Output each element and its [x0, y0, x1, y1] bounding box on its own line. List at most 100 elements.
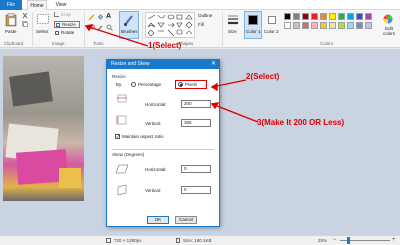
dialog-titlebar: Resize and Skew ✕ [107, 60, 219, 69]
copy-icon[interactable] [22, 21, 28, 27]
vertical-input[interactable]: 355 [181, 119, 211, 127]
image-canvas[interactable] [3, 56, 84, 201]
paste-button[interactable]: Paste [3, 12, 19, 38]
maintain-aspect-checkbox[interactable]: ✓ [115, 134, 120, 140]
resize-vertical-icon [116, 115, 127, 125]
size-button[interactable]: Size [225, 12, 241, 38]
edit-colors-label: Edit colors [382, 26, 395, 36]
color1-label: Color 1 [246, 29, 261, 34]
dimensions-icon [106, 238, 111, 243]
skew-horizontal-icon [115, 164, 129, 174]
zoom-out-button[interactable]: − [333, 237, 337, 243]
color-swatch[interactable] [365, 22, 372, 29]
color-swatch[interactable] [329, 13, 336, 20]
percentage-label: Percentage [138, 82, 162, 87]
pixels-radio[interactable] [178, 82, 183, 87]
group-label-colors: Colors [320, 41, 334, 46]
vertical-label: Vertical: [145, 121, 162, 126]
color-swatch[interactable] [329, 22, 336, 29]
fill-bucket-icon[interactable] [97, 14, 104, 21]
crop-button[interactable]: Crop [54, 12, 78, 19]
annotation-step-3: 3(Make It 200 OR Less) [257, 118, 345, 127]
annotation-step-1: 1(Select) [148, 41, 182, 50]
color-swatch[interactable] [356, 13, 363, 20]
color-swatch[interactable] [347, 13, 354, 20]
color-swatch[interactable] [320, 22, 327, 29]
color-swatch[interactable] [293, 22, 300, 29]
photo-object-board [9, 71, 53, 107]
zoom-in-button[interactable]: + [392, 237, 396, 243]
color-swatch[interactable] [302, 22, 309, 29]
color-swatch[interactable] [338, 22, 345, 29]
color-swatch[interactable] [302, 13, 309, 20]
ok-button[interactable]: OK [147, 216, 169, 224]
color-swatch[interactable] [356, 22, 363, 29]
color-swatch[interactable] [284, 22, 291, 29]
color-swatch[interactable] [365, 13, 372, 20]
shapes-icon [147, 14, 193, 37]
clipboard-icon [5, 13, 17, 27]
color1-button[interactable]: Color 1 [244, 11, 262, 39]
resize-skew-dialog: Resize and Skew ✕ Resize By: Percentage … [106, 59, 220, 227]
group-label-image: Image [52, 41, 65, 46]
select-button[interactable]: Select [35, 12, 51, 38]
percentage-radio[interactable] [131, 82, 136, 87]
fill-dropdown[interactable]: Fill [198, 22, 220, 28]
maintain-aspect-label: Maintain aspect ratio [122, 134, 164, 139]
zoom-slider-thumb[interactable] [347, 237, 350, 244]
skew-horizontal-input[interactable]: 0 [181, 165, 211, 173]
ribbon-divider [142, 12, 143, 46]
color-swatch[interactable] [293, 13, 300, 20]
close-icon[interactable]: ✕ [211, 60, 216, 69]
horizontal-input[interactable]: 200 [181, 100, 211, 108]
brushes-button[interactable]: Brushes [119, 11, 139, 39]
outline-label: Outline [198, 13, 213, 18]
resize-button[interactable]: Resize [54, 21, 80, 28]
paste-label: Paste [5, 29, 17, 34]
outline-dropdown[interactable]: Outline [198, 13, 220, 19]
color-swatch[interactable] [311, 22, 318, 29]
size-label: Size [228, 29, 237, 34]
shapes-gallery[interactable] [145, 12, 195, 38]
text-tool-icon[interactable]: A [106, 13, 111, 20]
color-wheel-icon [383, 14, 393, 24]
dialog-title: Resize and Skew [111, 61, 150, 67]
color-swatch[interactable] [347, 22, 354, 29]
eraser-icon[interactable] [88, 24, 95, 30]
tab-file[interactable]: File [0, 0, 22, 10]
color-palette [284, 13, 376, 35]
color-swatch[interactable] [338, 13, 345, 20]
color-picker-icon[interactable] [97, 24, 104, 31]
line-width-icon [228, 15, 238, 25]
color-swatch[interactable] [320, 13, 327, 20]
color1-swatch [248, 15, 258, 25]
magnifier-icon[interactable] [106, 24, 113, 31]
tab-view[interactable]: View [52, 0, 70, 10]
zoom-level: 25% [318, 238, 328, 243]
ribbon-divider [84, 12, 85, 46]
crop-label: Crop [61, 12, 71, 17]
pencil-icon[interactable] [88, 14, 95, 21]
rotate-button[interactable]: Rotate [54, 30, 82, 37]
photo-object-yellow [59, 168, 81, 188]
file-size: Size: 180.1KB [183, 238, 212, 243]
crop-icon [54, 12, 59, 17]
resize-label: Resize [62, 22, 76, 27]
color2-button[interactable]: Color 2 [264, 12, 280, 38]
skew-vertical-input[interactable]: 0 [181, 186, 211, 194]
resize-icon [56, 23, 60, 27]
image-dimensions: 720 × 1280px [114, 238, 142, 243]
skew-section-label: Skew (Degrees) [112, 152, 145, 157]
status-bar: 720 × 1280px Size: 180.1KB 25% − + [0, 235, 400, 245]
zoom-slider[interactable] [340, 237, 390, 244]
group-label-tools: Tools [93, 41, 104, 46]
cut-icon[interactable] [22, 13, 28, 19]
edit-colors-button[interactable]: Edit colors [378, 12, 398, 38]
selection-icon [37, 14, 49, 24]
tab-home[interactable]: Home [27, 0, 47, 10]
color-swatch[interactable] [311, 13, 318, 20]
skew-vertical-label: Vertical: [145, 188, 162, 193]
cancel-button[interactable]: Cancel [175, 216, 197, 224]
resize-section-label: Resize [112, 74, 126, 79]
color-swatch[interactable] [284, 13, 291, 20]
